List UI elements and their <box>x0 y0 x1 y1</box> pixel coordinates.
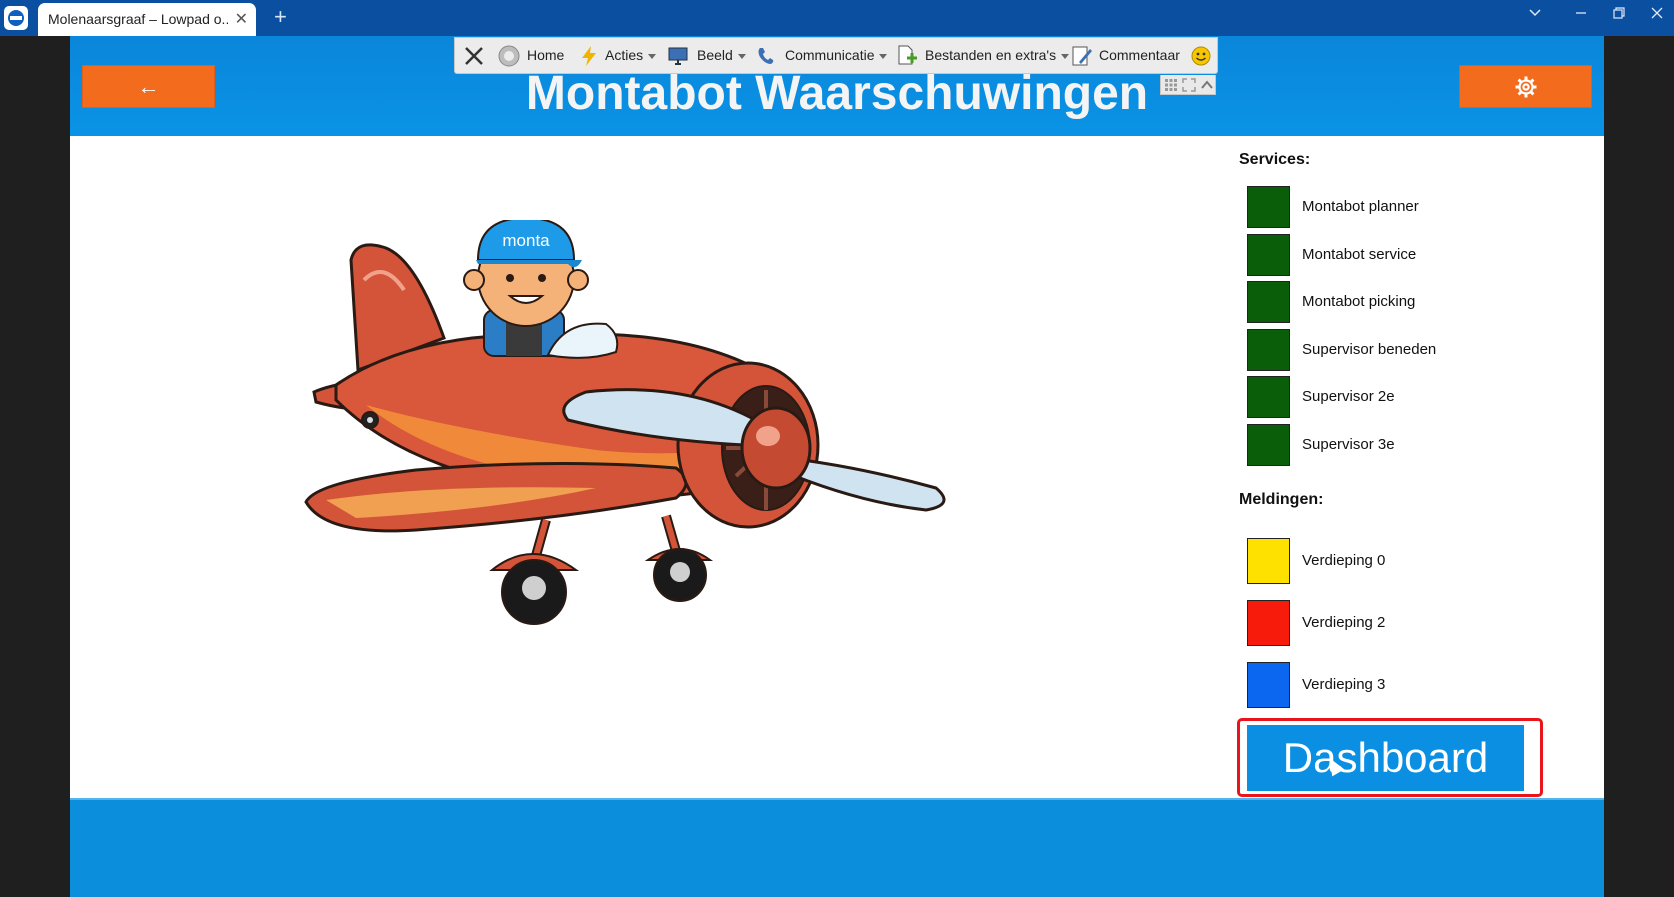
service-label: Supervisor beneden <box>1302 341 1437 358</box>
teamviewer-toolbar: Home Acties Beeld Communicatie Bestanden… <box>454 37 1218 74</box>
service-label: Montabot service <box>1302 246 1417 263</box>
new-tab-button[interactable]: + <box>274 4 287 30</box>
minimize-icon[interactable] <box>1574 6 1588 25</box>
service-status-indicator <box>1247 281 1290 323</box>
plane-illustration: monta <box>304 220 946 625</box>
comment-pencil-icon <box>1072 46 1092 66</box>
toolbar-bestanden[interactable]: Bestanden en extra's <box>895 38 1070 73</box>
close-session-icon[interactable] <box>463 38 485 73</box>
page-title: Montabot Waarschuwingen <box>525 67 1149 120</box>
toolbar-communicatie[interactable]: Communicatie <box>755 38 888 73</box>
toolbar-home[interactable]: Home <box>497 38 564 73</box>
chevron-down-icon <box>879 53 888 59</box>
gear-icon <box>1515 76 1536 98</box>
app-footer <box>70 798 1604 897</box>
restore-icon[interactable] <box>1612 6 1626 25</box>
toolbar-beeld[interactable]: Beeld <box>667 38 746 73</box>
service-label: Montabot planner <box>1302 198 1419 215</box>
toolbar-communicatie-label: Communicatie <box>785 47 875 63</box>
browser-titlebar: Molenaarsgraaf – Lowpad o... ✕ + <box>0 0 1674 36</box>
toolbar-acties[interactable]: Acties <box>579 38 657 73</box>
toolbar-commentaar[interactable]: Commentaar <box>1071 38 1180 73</box>
phone-icon <box>758 48 774 65</box>
melding-label: Verdieping 0 <box>1302 552 1386 569</box>
home-icon <box>498 45 520 67</box>
toolbar-commentaar-label: Commentaar <box>1099 47 1180 63</box>
browser-tab[interactable]: Molenaarsgraaf – Lowpad o... ✕ <box>38 3 256 36</box>
grid-icon[interactable] <box>1164 78 1178 92</box>
service-label: Supervisor 3e <box>1302 436 1395 453</box>
cap-text: monta <box>502 231 550 250</box>
chevron-down-icon <box>737 53 746 59</box>
melding-label: Verdieping 3 <box>1302 676 1386 693</box>
tab-title: Molenaarsgraaf – Lowpad o... <box>48 11 228 27</box>
meldingen-heading: Meldingen: <box>1239 491 1324 508</box>
close-window-icon[interactable] <box>1650 6 1664 25</box>
service-label: Supervisor 2e <box>1302 388 1395 405</box>
toolbar-home-label: Home <box>527 47 565 63</box>
files-icon <box>898 45 917 65</box>
service-status-indicator <box>1247 424 1290 466</box>
back-button[interactable]: ← <box>82 65 215 108</box>
melding-label: Verdieping 2 <box>1302 614 1386 631</box>
monitor-icon <box>668 47 688 66</box>
fullscreen-icon[interactable] <box>1182 78 1196 92</box>
feedback-smiley-icon[interactable] <box>1191 38 1211 73</box>
tab-close-icon[interactable]: ✕ <box>235 9 248 29</box>
melding-status-indicator <box>1247 538 1290 584</box>
services-heading: Services: <box>1239 151 1311 168</box>
toolbar-beeld-label: Beeld <box>697 47 733 63</box>
melding-status-indicator <box>1247 662 1290 708</box>
toolbar-mini-controls <box>1160 75 1216 95</box>
tab-list-chevron-icon[interactable] <box>1528 6 1542 25</box>
teamviewer-logo-icon <box>4 6 28 30</box>
settings-button[interactable] <box>1459 65 1592 108</box>
service-status-indicator <box>1247 329 1290 371</box>
melding-status-indicator <box>1247 600 1290 646</box>
chevron-down-icon <box>1061 53 1070 59</box>
service-status-indicator <box>1247 186 1290 228</box>
lightning-icon <box>582 46 596 67</box>
collapse-chevron-icon[interactable] <box>1200 78 1214 92</box>
service-status-indicator <box>1247 234 1290 276</box>
toolbar-acties-label: Acties <box>605 47 644 63</box>
service-label: Montabot picking <box>1302 293 1416 310</box>
toolbar-bestanden-label: Bestanden en extra's <box>925 47 1057 63</box>
chevron-down-icon <box>648 53 657 59</box>
service-status-indicator <box>1247 376 1290 418</box>
dashboard-button[interactable]: Dashboard <box>1247 725 1524 791</box>
